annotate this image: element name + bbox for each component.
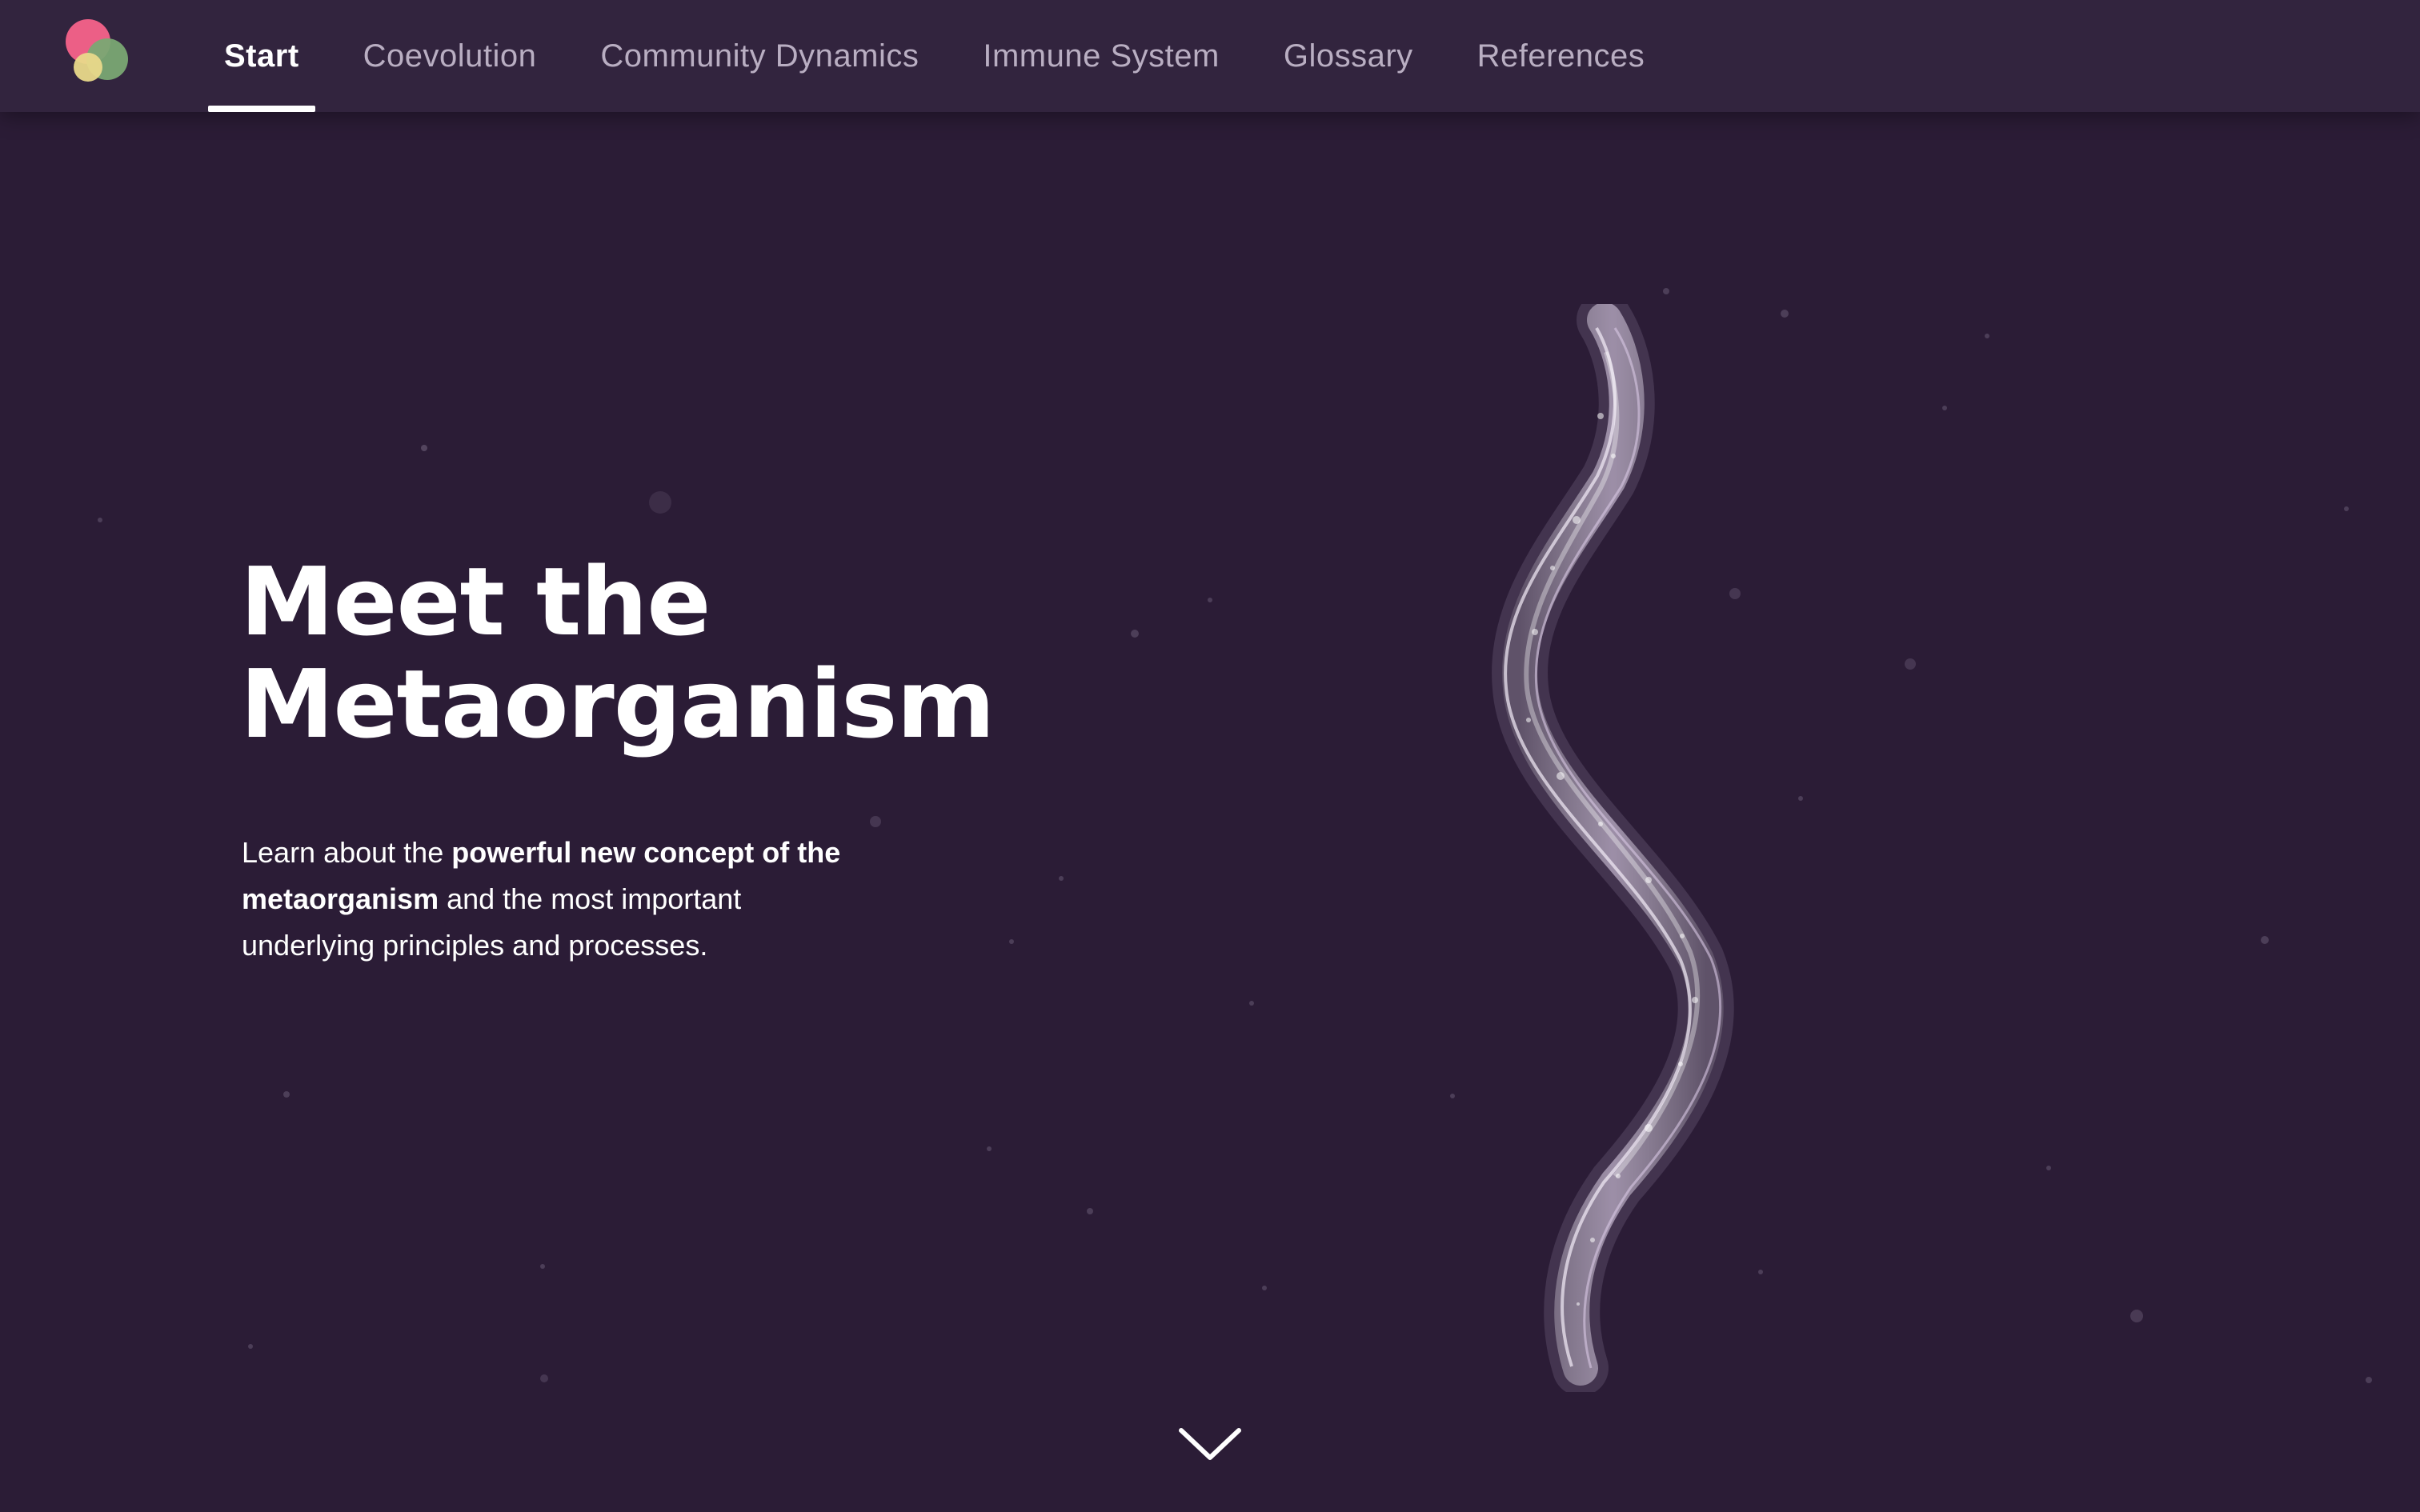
tab-glossary[interactable]: Glossary [1268,0,1429,112]
tab-community-dynamics[interactable]: Community Dynamics [584,0,935,112]
tab-label: Glossary [1283,38,1413,74]
page-title-line-1: Meet the [240,546,711,657]
worm-illustration [1492,304,1734,1392]
nav-tabs: Start Coevolution Community Dynamics Imm… [208,0,1693,112]
metaorganism-circles-logo[interactable] [64,18,128,83]
hero-description-text: Learn about the [242,836,452,869]
tab-label: Start [224,38,299,74]
page-title-line-2: Metaorganism [240,649,995,759]
hero-description: Learn about the powerful new concept of … [242,830,866,969]
tab-start[interactable]: Start [208,0,315,112]
top-navigation: Start Coevolution Community Dynamics Imm… [0,0,2420,112]
tab-label: Immune System [983,38,1220,74]
page: Start Coevolution Community Dynamics Imm… [0,0,2420,1512]
particle-background [98,288,2372,1383]
tab-immune-system[interactable]: Immune System [967,0,1235,112]
tab-label: References [1476,38,1645,74]
tab-coevolution[interactable]: Coevolution [347,0,553,112]
tab-label: Coevolution [363,38,537,74]
chevron-down-icon[interactable] [1176,1424,1244,1466]
page-title: Meet the Metaorganism [240,550,995,755]
tab-references[interactable]: References [1461,0,1661,112]
active-tab-indicator [208,106,315,112]
tab-label: Community Dynamics [600,38,920,74]
